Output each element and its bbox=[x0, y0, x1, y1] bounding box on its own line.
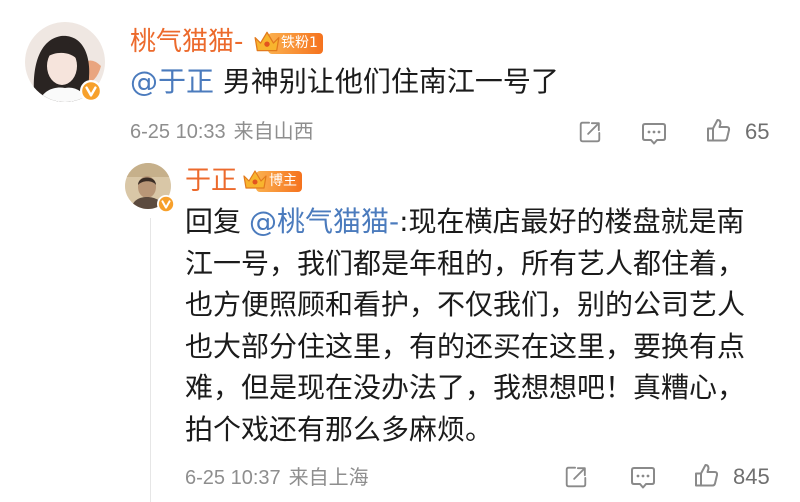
reply-body: :现在横店最好的楼盘就是南 bbox=[399, 205, 745, 238]
like-icon[interactable] bbox=[692, 461, 720, 489]
reply-text-line: 难，但是现在没办法了，我想想吧！真糟心， bbox=[185, 371, 746, 404]
comment-icon[interactable] bbox=[640, 119, 668, 147]
thread-line bbox=[150, 218, 151, 502]
source-location: 来自山西 bbox=[233, 121, 314, 143]
crown-icon bbox=[242, 168, 268, 192]
comment-meta: 6-25 10:33 来自山西 bbox=[130, 120, 314, 144]
verified-badge-icon bbox=[80, 80, 102, 102]
reply-meta: 6-25 10:37 来自上海 bbox=[185, 466, 369, 490]
crown-icon bbox=[253, 29, 281, 55]
reply-text: 回复 @桃气猫猫-:现在横店最好的楼盘就是南 江一号，我们都是年租的，所有艺人都住… bbox=[185, 201, 745, 450]
timestamp: 6-25 10:37 bbox=[185, 467, 281, 489]
reply-text-line: 回复 @桃气猫猫-:现在横店最好的楼盘就是南 bbox=[185, 201, 745, 243]
author-name[interactable]: 桃气猫猫- bbox=[130, 27, 243, 57]
reply-item: 于正 博主 回复 @桃气猫猫-:现在横店最好的楼盘就是南 江一号，我们都是年租的，… bbox=[0, 155, 800, 502]
like-count[interactable]: 65 bbox=[745, 119, 769, 145]
reply-text-line: 拍个戏还有那么多麻烦。 bbox=[185, 412, 494, 446]
comment-item: 桃气猫猫- 铁粉1 @于正 男神别让他们住南江一号了 6-25 10:33 来自山… bbox=[0, 0, 800, 155]
like-count[interactable]: 845 bbox=[733, 464, 770, 490]
comment-body: 男神别让他们住南江一号了 bbox=[222, 65, 559, 98]
comment-icon[interactable] bbox=[629, 463, 657, 491]
reply-prefix: 回复 bbox=[185, 205, 242, 238]
source-location: 来自上海 bbox=[288, 467, 369, 489]
reply-text-line: 也大部分住这里，有的还买在这里，要换有点 bbox=[185, 329, 746, 363]
like-icon[interactable] bbox=[704, 116, 732, 144]
share-icon[interactable] bbox=[563, 464, 589, 490]
verified-badge-icon bbox=[157, 195, 175, 213]
reply-text-line: 江一号，我们都是年租的，所有艺人都住着， bbox=[185, 246, 746, 280]
comment-text: @于正 男神别让他们住南江一号了 bbox=[130, 65, 559, 99]
mention-link[interactable]: @于正 bbox=[130, 65, 214, 98]
reply-text-line: 也方便照顾和看护，不仅我们，别的公司艺人 bbox=[185, 288, 746, 321]
author-name[interactable]: 于正 bbox=[185, 166, 237, 196]
mention-link[interactable]: @桃气猫猫- bbox=[249, 205, 399, 238]
timestamp: 6-25 10:33 bbox=[130, 121, 226, 143]
share-icon[interactable] bbox=[577, 119, 603, 145]
